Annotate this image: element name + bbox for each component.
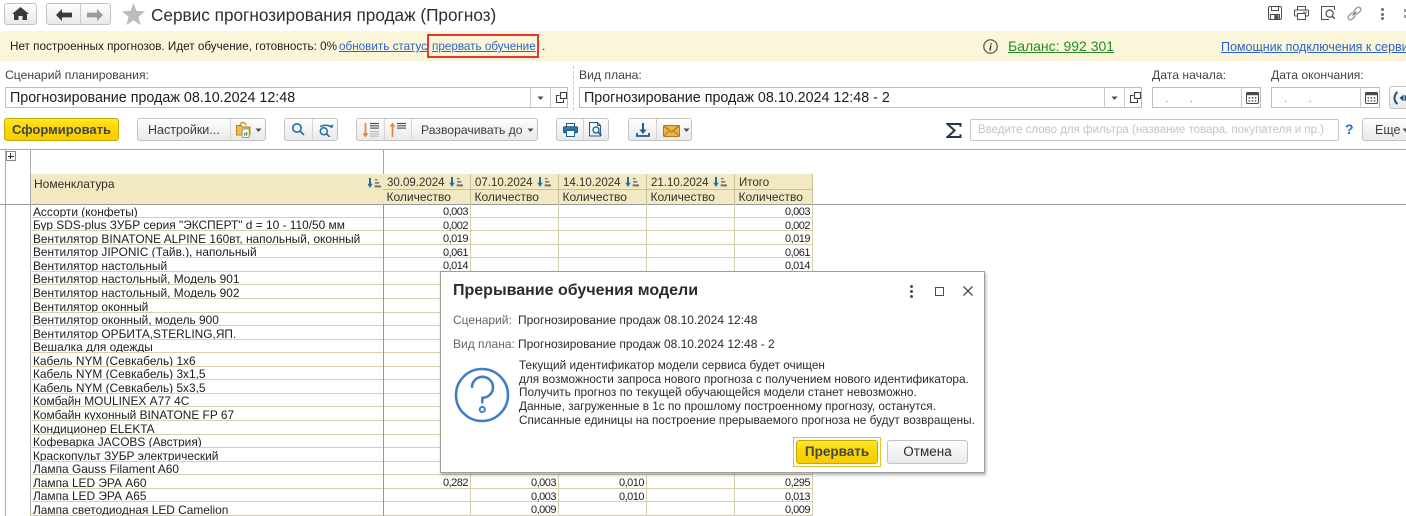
svg-text:i: i — [989, 42, 992, 53]
